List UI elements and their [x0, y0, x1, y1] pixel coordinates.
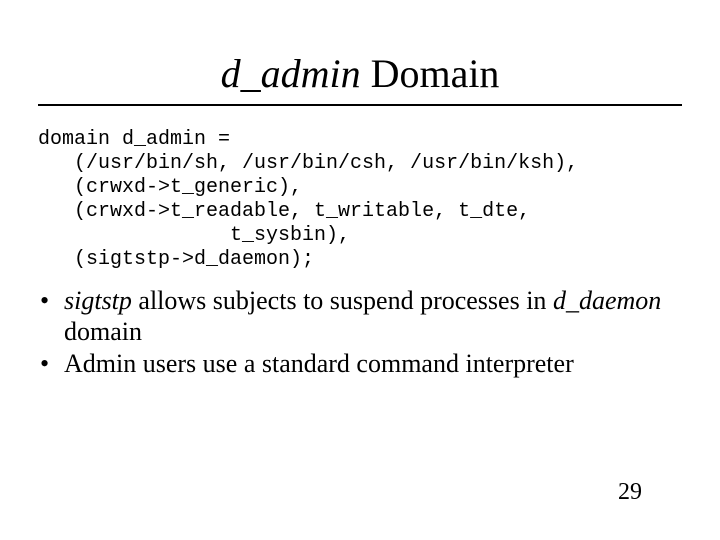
- code-line: (crwxd->t_generic),: [38, 176, 302, 199]
- bullet-italic: sigtstp: [64, 286, 132, 315]
- title-block: d_admin Domain: [0, 0, 720, 96]
- code-line: (/usr/bin/sh, /usr/bin/csh, /usr/bin/ksh…: [38, 152, 578, 175]
- code-line: (crwxd->t_readable, t_writable, t_dte,: [38, 200, 530, 223]
- page-number: 29: [618, 479, 642, 506]
- bullet-text: domain: [64, 317, 142, 346]
- bullet-icon: •: [40, 286, 49, 317]
- code-line: t_sysbin),: [38, 224, 350, 247]
- bullet-text: Admin users use a standard command inter…: [64, 349, 574, 378]
- list-item: • Admin users use a standard command int…: [38, 349, 682, 380]
- code-block: domain d_admin = (/usr/bin/sh, /usr/bin/…: [38, 128, 720, 272]
- code-line: domain d_admin =: [38, 128, 230, 151]
- title-italic: d_admin: [221, 51, 361, 96]
- bullet-italic: d_daemon: [553, 286, 661, 315]
- title-rest: Domain: [361, 51, 500, 96]
- bullet-text: allows subjects to suspend processes in: [132, 286, 553, 315]
- slide: d_admin Domain domain d_admin = (/usr/bi…: [0, 0, 720, 540]
- title-underline: [38, 104, 682, 106]
- list-item: • sigtstp allows subjects to suspend pro…: [38, 286, 682, 347]
- code-line: (sigtstp->d_daemon);: [38, 248, 314, 271]
- bullet-list: • sigtstp allows subjects to suspend pro…: [38, 286, 682, 380]
- bullet-icon: •: [40, 349, 49, 380]
- slide-title: d_admin Domain: [221, 51, 500, 96]
